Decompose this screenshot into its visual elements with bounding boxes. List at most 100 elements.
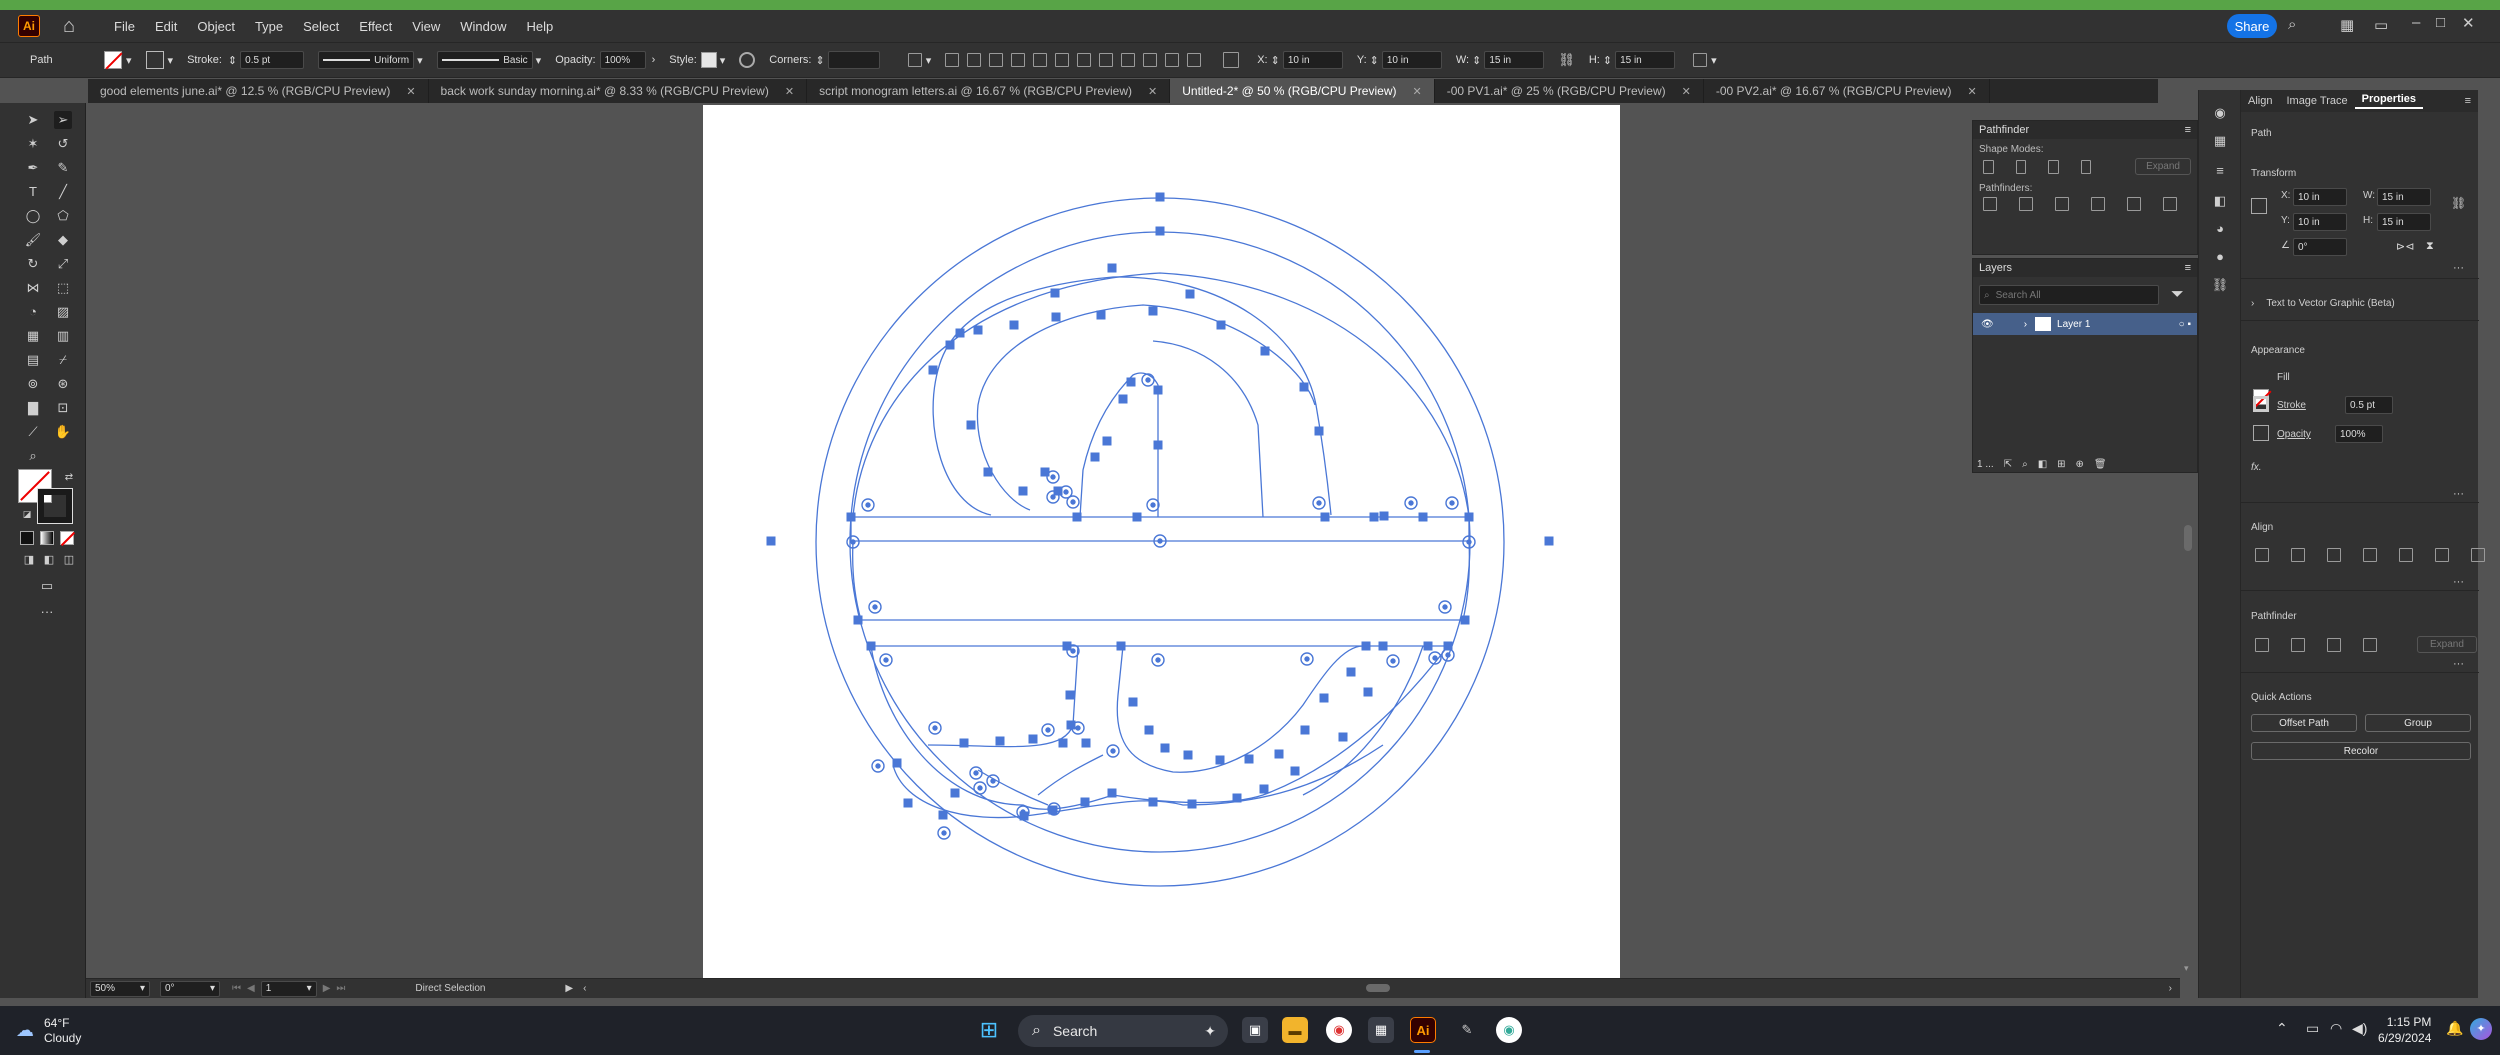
scroll-left-icon[interactable]: ‹ xyxy=(583,983,586,994)
anchor-point[interactable] xyxy=(955,328,965,338)
mesh-tool-icon[interactable]: ▥ xyxy=(54,327,72,345)
width-tool-icon[interactable]: ⋈ xyxy=(24,279,42,297)
magic-wand-tool-icon[interactable]: ✶ xyxy=(24,135,42,153)
anchor-point[interactable] xyxy=(1096,310,1106,320)
document-tab-0[interactable]: good elements june.ai* @ 12.5 % (RGB/CPU… xyxy=(88,79,429,103)
anchor-point[interactable] xyxy=(928,365,938,375)
notifications-bell-icon[interactable]: 🔔 xyxy=(2446,1020,2463,1037)
anchor-point[interactable] xyxy=(1232,793,1242,803)
anchor-point[interactable] xyxy=(1040,467,1050,477)
stroke-swatch[interactable]: ▾ xyxy=(145,51,173,69)
align-to-icon[interactable] xyxy=(2255,548,2269,562)
anchor-point[interactable] xyxy=(1153,385,1163,395)
corners-field[interactable] xyxy=(827,51,880,69)
distribute-center-icon[interactable] xyxy=(1165,53,1180,67)
expand-layer-icon[interactable]: › xyxy=(2024,319,2027,330)
first-artboard-icon[interactable]: ⏮ xyxy=(232,983,241,994)
crop-icon[interactable] xyxy=(2091,197,2105,211)
layers-search-input[interactable]: ⌕ Search All xyxy=(1979,285,2159,305)
workspace-icon[interactable]: ▦ xyxy=(2340,16,2354,34)
close-tab-icon[interactable]: ✕ xyxy=(1148,85,1157,98)
document-tab-3[interactable]: Untitled-2* @ 50 % (RGB/CPU Preview) ✕ xyxy=(1170,79,1435,103)
anchor-point[interactable] xyxy=(1464,512,1474,522)
wifi-icon[interactable]: ◠ xyxy=(2330,1020,2342,1037)
panel-icon-stroke[interactable]: ≡ xyxy=(2211,162,2229,180)
panel-icon-appearance[interactable]: ◕ xyxy=(2211,220,2229,238)
tab-align[interactable]: Align xyxy=(2241,95,2279,107)
reference-point-icon[interactable] xyxy=(2251,198,2267,214)
anchor-point[interactable] xyxy=(1346,667,1356,677)
anchor-point[interactable] xyxy=(1418,512,1428,522)
close-tab-icon[interactable]: ✕ xyxy=(1682,85,1691,98)
artwork-paths[interactable] xyxy=(703,105,1620,978)
unite-icon[interactable] xyxy=(2255,638,2269,652)
stroke-weight-field[interactable]: 0.5 pt xyxy=(2345,396,2393,414)
draw-behind-icon[interactable]: ◧ xyxy=(40,551,58,569)
next-artboard-icon[interactable]: ▶ xyxy=(323,983,331,994)
anchor-point[interactable] xyxy=(903,798,913,808)
recolor-icon[interactable] xyxy=(739,52,756,68)
anchor-point[interactable] xyxy=(1080,797,1090,807)
layer-row[interactable]: 👁 › Layer 1 ○ ▪ xyxy=(1973,313,2197,335)
stroke-weight-field[interactable]: 0.5 pt xyxy=(240,51,305,69)
constrain-proportions-icon[interactable]: ⛓ xyxy=(1558,52,1575,68)
zoom-level-field[interactable]: 50% ▾ xyxy=(90,980,150,997)
swap-fill-stroke-icon[interactable]: ⇄ xyxy=(60,469,78,487)
brush-definition[interactable]: Basic xyxy=(436,51,533,69)
share-button[interactable]: Share xyxy=(2227,14,2277,38)
distribute-left-icon[interactable] xyxy=(1143,53,1158,67)
variable-width-profile[interactable]: Uniform xyxy=(318,51,415,69)
type-tool-icon[interactable]: T xyxy=(24,183,42,201)
distribute-right-icon[interactable] xyxy=(1187,53,1202,67)
intersect-icon[interactable] xyxy=(2048,159,2059,174)
anchor-point[interactable] xyxy=(766,536,776,546)
stroke-label[interactable]: Stroke xyxy=(2277,400,2306,411)
anchor-point[interactable] xyxy=(1314,426,1324,436)
minimize-button[interactable]: – xyxy=(2412,14,2420,31)
lasso-tool-icon[interactable]: ↺ xyxy=(54,135,72,153)
align-bottom-icon[interactable] xyxy=(1055,53,1070,67)
align-left-icon[interactable] xyxy=(945,53,960,67)
taskbar-search[interactable]: ⌕ Search ✦ xyxy=(1018,1015,1228,1047)
close-tab-icon[interactable]: ✕ xyxy=(1967,85,1976,98)
lower-arc[interactable] xyxy=(870,645,1449,810)
default-colors-icon[interactable]: ◪ xyxy=(18,505,36,523)
chrome-icon[interactable]: ◉ xyxy=(1326,1017,1352,1043)
anchor-point[interactable] xyxy=(1460,615,1470,625)
anchor-point[interactable] xyxy=(945,340,955,350)
anchor-point[interactable] xyxy=(1299,382,1309,392)
anchor-point[interactable] xyxy=(1107,263,1117,273)
anchor-point[interactable] xyxy=(1319,693,1329,703)
draw-normal-icon[interactable]: ◨ xyxy=(20,551,38,569)
anchor-point[interactable] xyxy=(1290,766,1300,776)
document-tab-1[interactable]: back work sunday morning.ai* @ 8.33 % (R… xyxy=(429,79,808,103)
search-icon[interactable]: ⌕ xyxy=(2288,16,2296,33)
anchor-point[interactable] xyxy=(1274,749,1284,759)
panel-menu-icon[interactable]: ≡ xyxy=(2458,95,2478,107)
panel-icon-swatches[interactable]: ▦ xyxy=(2211,132,2229,150)
opacity-field[interactable]: 100% xyxy=(2335,425,2383,443)
anchor-point[interactable] xyxy=(1338,732,1348,742)
exclude-icon[interactable] xyxy=(2080,159,2092,174)
intersect-icon[interactable] xyxy=(2327,638,2341,652)
volume-icon[interactable]: ◀) xyxy=(2352,1020,2367,1037)
anchor-point[interactable] xyxy=(1058,738,1068,748)
scroll-right-icon[interactable]: › xyxy=(2169,983,2172,994)
slice-tool-icon[interactable]: ⟋ xyxy=(24,423,42,441)
close-tab-icon[interactable]: ✕ xyxy=(785,85,794,98)
locate-object-icon[interactable]: ⌕ xyxy=(2022,459,2028,470)
menu-select[interactable]: Select xyxy=(293,19,349,34)
hand-tool-icon[interactable]: ✋ xyxy=(54,423,72,441)
anchor-point[interactable] xyxy=(1155,192,1165,202)
more-options-icon[interactable]: ··· xyxy=(2453,576,2464,588)
anchor-point[interactable] xyxy=(1378,641,1388,651)
anchor-point[interactable] xyxy=(892,758,902,768)
home-icon[interactable]: ⌂ xyxy=(58,15,80,37)
more-options-icon[interactable]: ··· xyxy=(2453,262,2464,274)
opacity-field[interactable]: 100% xyxy=(599,51,646,69)
symbol-sprayer-tool-icon[interactable]: ⊛ xyxy=(54,375,72,393)
align-to-selection-icon[interactable] xyxy=(907,53,922,67)
panel-icon-transparency[interactable]: ◧ xyxy=(2211,192,2229,210)
anchor-point[interactable] xyxy=(1144,725,1154,735)
recolor-button[interactable]: Recolor xyxy=(2251,742,2471,760)
